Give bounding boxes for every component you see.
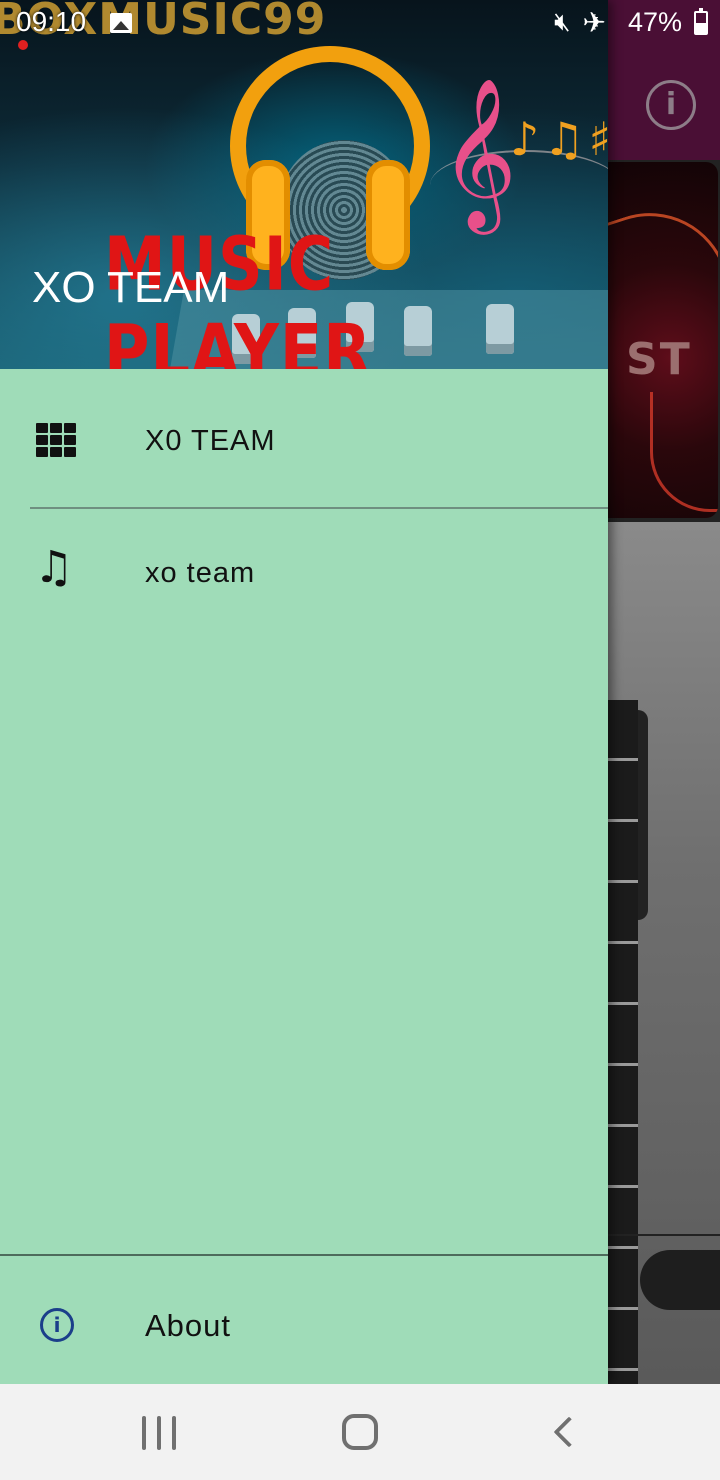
recents-button[interactable] (142, 1416, 176, 1450)
system-nav-bar (0, 1384, 720, 1480)
music-notes-icon: ♪♫♯ (510, 112, 608, 166)
drawer-footer-divider (0, 1254, 608, 1256)
battery-percentage: 47% (627, 7, 682, 37)
drawer-item-label: About (145, 1308, 232, 1343)
drawer-item-label: xo team (145, 557, 256, 589)
recents-icon (172, 1416, 176, 1450)
info-icon: i (40, 1308, 74, 1342)
treble-clef-icon: 𝄞 (440, 76, 517, 228)
battery-icon (694, 7, 708, 35)
drawer-item-label: X0 TEAM (145, 425, 276, 457)
background-card-text: ST (626, 334, 692, 385)
airplane-mode-icon: ✈ (582, 6, 606, 39)
info-icon[interactable]: i (646, 80, 696, 130)
grid-icon (36, 423, 78, 465)
recents-icon (142, 1416, 146, 1450)
status-bar: 09:10 🔇︎ ✈ 47% (0, 0, 720, 48)
drawer-header-title: XO TEAM (32, 263, 230, 312)
image-icon (110, 13, 132, 33)
drawer-item-x0-team[interactable]: X0 TEAM (0, 383, 608, 503)
drawer-divider (30, 507, 608, 509)
guitar-jack (640, 1250, 720, 1310)
status-time: 09:10 (16, 6, 87, 37)
back-button[interactable] (552, 1416, 574, 1450)
navigation-drawer: 𝄞 ♪♫♯ MUSIC PLAYER BOXMUSIC99 XO TEAM X0… (0, 0, 608, 1384)
home-button[interactable] (342, 1414, 378, 1450)
vibrate-mute-icon: 🔇︎ (554, 7, 571, 37)
music-note-icon: ♫ (34, 542, 74, 593)
recents-icon (157, 1416, 161, 1450)
background-divider (608, 1234, 720, 1236)
drawer-header: 𝄞 ♪♫♯ MUSIC PLAYER BOXMUSIC99 XO TEAM (0, 0, 608, 369)
drawer-item-xo-team[interactable]: ♫ xo team (0, 515, 608, 635)
drawer-item-about[interactable]: i About (0, 1268, 608, 1384)
guitar-neck (608, 700, 638, 1384)
